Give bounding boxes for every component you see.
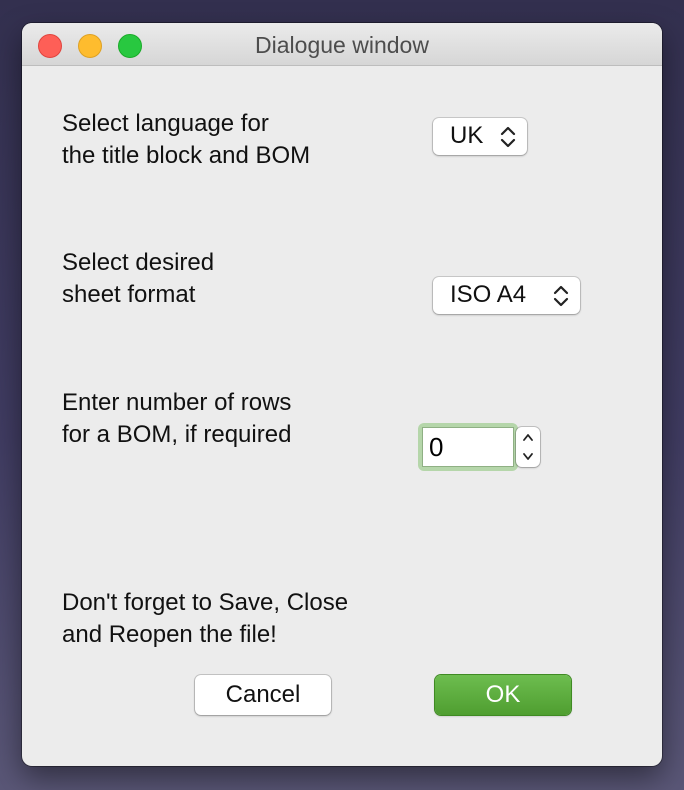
reminder-note-line1: Don't forget to Save, Close	[62, 589, 349, 616]
language-label-line1: Select language for	[62, 110, 269, 137]
bom-rows-focus-ring	[418, 423, 518, 471]
chevron-up-down-icon	[553, 285, 569, 307]
sheet-format-select-value: ISO A4	[450, 281, 527, 308]
chevron-down-icon	[523, 453, 533, 460]
chevron-up-down-icon	[500, 126, 516, 148]
dialogue-window: Dialogue window Select language for the …	[22, 23, 662, 766]
bom-rows-label-line2: for a BOM, if required	[62, 421, 292, 448]
sheet-format-select[interactable]: ISO A4	[433, 277, 580, 314]
language-select[interactable]: UK	[433, 118, 527, 155]
reminder-note-line2: and Reopen the file!	[62, 621, 277, 648]
bom-rows-stepper[interactable]	[516, 427, 540, 467]
ok-button[interactable]: OK	[435, 675, 571, 715]
cancel-button[interactable]: Cancel	[195, 675, 331, 715]
bom-rows-input[interactable]	[422, 427, 514, 467]
language-select-value: UK	[450, 122, 484, 149]
sheet-format-label-line1: Select desired	[62, 249, 215, 276]
stepper-up-button[interactable]	[516, 427, 540, 447]
sheet-format-label-line2: sheet format	[62, 281, 196, 308]
stepper-down-button[interactable]	[516, 447, 540, 467]
sheet-format-label: Select desired sheet format	[62, 247, 214, 311]
language-label-line2: the title block and BOM	[62, 142, 311, 169]
title-bar[interactable]: Dialogue window	[22, 23, 662, 66]
bom-rows-label-line1: Enter number of rows	[62, 389, 292, 416]
reminder-note: Don't forget to Save, Close and Reopen t…	[62, 587, 348, 651]
language-label: Select language for the title block and …	[62, 108, 310, 172]
bom-rows-label: Enter number of rows for a BOM, if requi…	[62, 387, 291, 451]
window-title: Dialogue window	[255, 32, 429, 58]
chevron-up-icon	[523, 434, 533, 441]
